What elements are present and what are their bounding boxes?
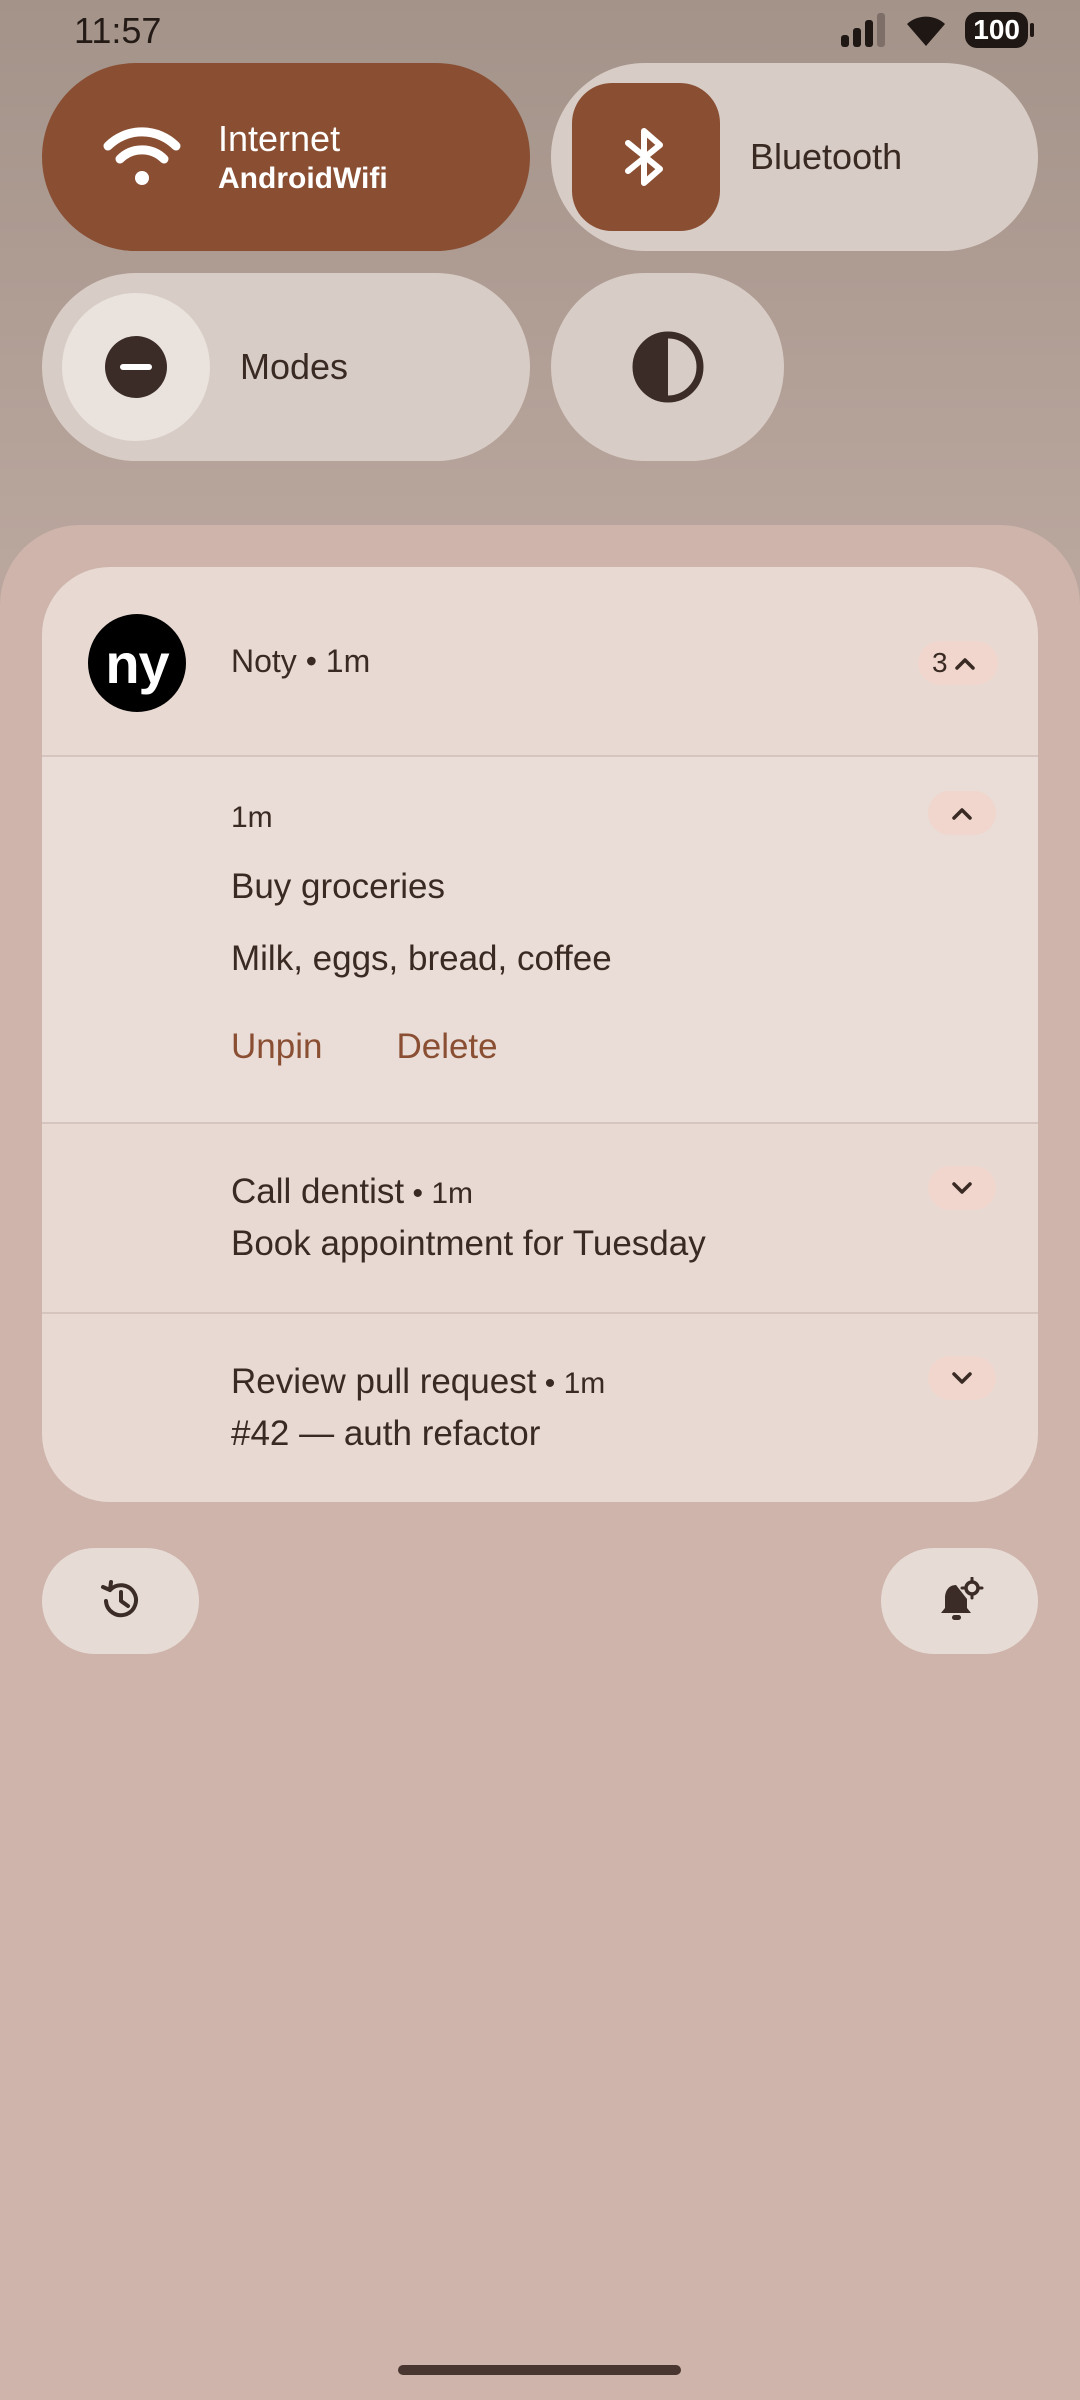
- notification-history-button[interactable]: [42, 1548, 199, 1654]
- expand-notification-button[interactable]: [928, 1166, 996, 1210]
- notification-actions: Unpin Delete: [231, 1027, 498, 1067]
- unpin-button[interactable]: Unpin: [231, 1027, 322, 1067]
- history-icon: [100, 1580, 138, 1618]
- chevron-up-icon: [952, 808, 972, 820]
- wifi-icon: [103, 127, 181, 185]
- status-icons: 100: [841, 12, 1034, 48]
- notification-title: Call dentist • 1m: [231, 1172, 473, 1212]
- notification-title-text: Call dentist: [231, 1172, 405, 1211]
- notification-settings-icon: [940, 1577, 983, 1620]
- expand-notification-button[interactable]: [928, 1356, 996, 1400]
- modes-text: Modes: [240, 345, 348, 389]
- bluetooth-text: Bluetooth: [750, 135, 902, 179]
- notification-time: • 1m: [404, 1177, 473, 1210]
- chevron-down-icon: [952, 1182, 972, 1194]
- notification-time: • 1m: [536, 1367, 606, 1400]
- notification-title: Review pull request • 1m: [231, 1362, 605, 1402]
- status-time: 11:57: [74, 10, 162, 51]
- notification-group-card: ny Noty • 1m 3 1m Buy groceries Milk, eg…: [42, 567, 1038, 1502]
- modes-tile[interactable]: Modes: [42, 273, 530, 461]
- delete-button[interactable]: Delete: [396, 1027, 497, 1067]
- group-collapse-button[interactable]: 3: [918, 641, 998, 685]
- contrast-tile[interactable]: [551, 273, 784, 461]
- internet-tile[interactable]: Internet AndroidWifi: [42, 63, 530, 251]
- notification-body: Milk, eggs, bread, coffee: [231, 939, 612, 978]
- battery-indicator: 100: [965, 12, 1034, 48]
- modes-toggle[interactable]: [62, 293, 210, 441]
- do-not-disturb-icon: [105, 336, 167, 398]
- notification-item[interactable]: Call dentist • 1m Book appointment for T…: [42, 1124, 1038, 1312]
- notification-expanded[interactable]: 1m Buy groceries Milk, eggs, bread, coff…: [42, 757, 1038, 1124]
- chevron-down-icon: [952, 1372, 972, 1384]
- bluetooth-toggle[interactable]: [572, 83, 720, 231]
- internet-title: Internet: [218, 118, 341, 159]
- internet-subtitle: AndroidWifi: [218, 162, 388, 195]
- app-icon: ny: [88, 614, 186, 712]
- modes-title: Modes: [240, 346, 349, 387]
- notification-title: Buy groceries: [231, 867, 445, 906]
- notification-app-header: Noty • 1m: [231, 643, 371, 679]
- collapse-notification-button[interactable]: [928, 791, 996, 835]
- notification-item[interactable]: Review pull request • 1m #42 — auth refa…: [42, 1314, 1038, 1502]
- notification-title-text: Review pull request: [231, 1362, 537, 1401]
- navigation-handle[interactable]: [398, 2365, 681, 2375]
- notification-body: Book appointment for Tuesday: [231, 1224, 706, 1263]
- signal-icon: [841, 13, 886, 47]
- internet-text: Internet AndroidWifi: [218, 117, 388, 197]
- chevron-up-icon: [954, 658, 975, 670]
- wifi-icon: [907, 16, 946, 46]
- notification-settings-button[interactable]: [881, 1548, 1038, 1654]
- notification-group-header[interactable]: ny Noty • 1m 3: [42, 567, 1038, 757]
- bluetooth-icon: [625, 128, 663, 186]
- status-bar: 11:57 100: [0, 0, 1080, 60]
- notification-time: 1m: [231, 801, 273, 834]
- notification-body: #42 — auth refactor: [231, 1414, 541, 1453]
- bluetooth-tile[interactable]: Bluetooth: [551, 63, 1038, 251]
- contrast-icon: [632, 331, 703, 403]
- notification-count: 3: [932, 647, 948, 678]
- bluetooth-title: Bluetooth: [750, 136, 903, 177]
